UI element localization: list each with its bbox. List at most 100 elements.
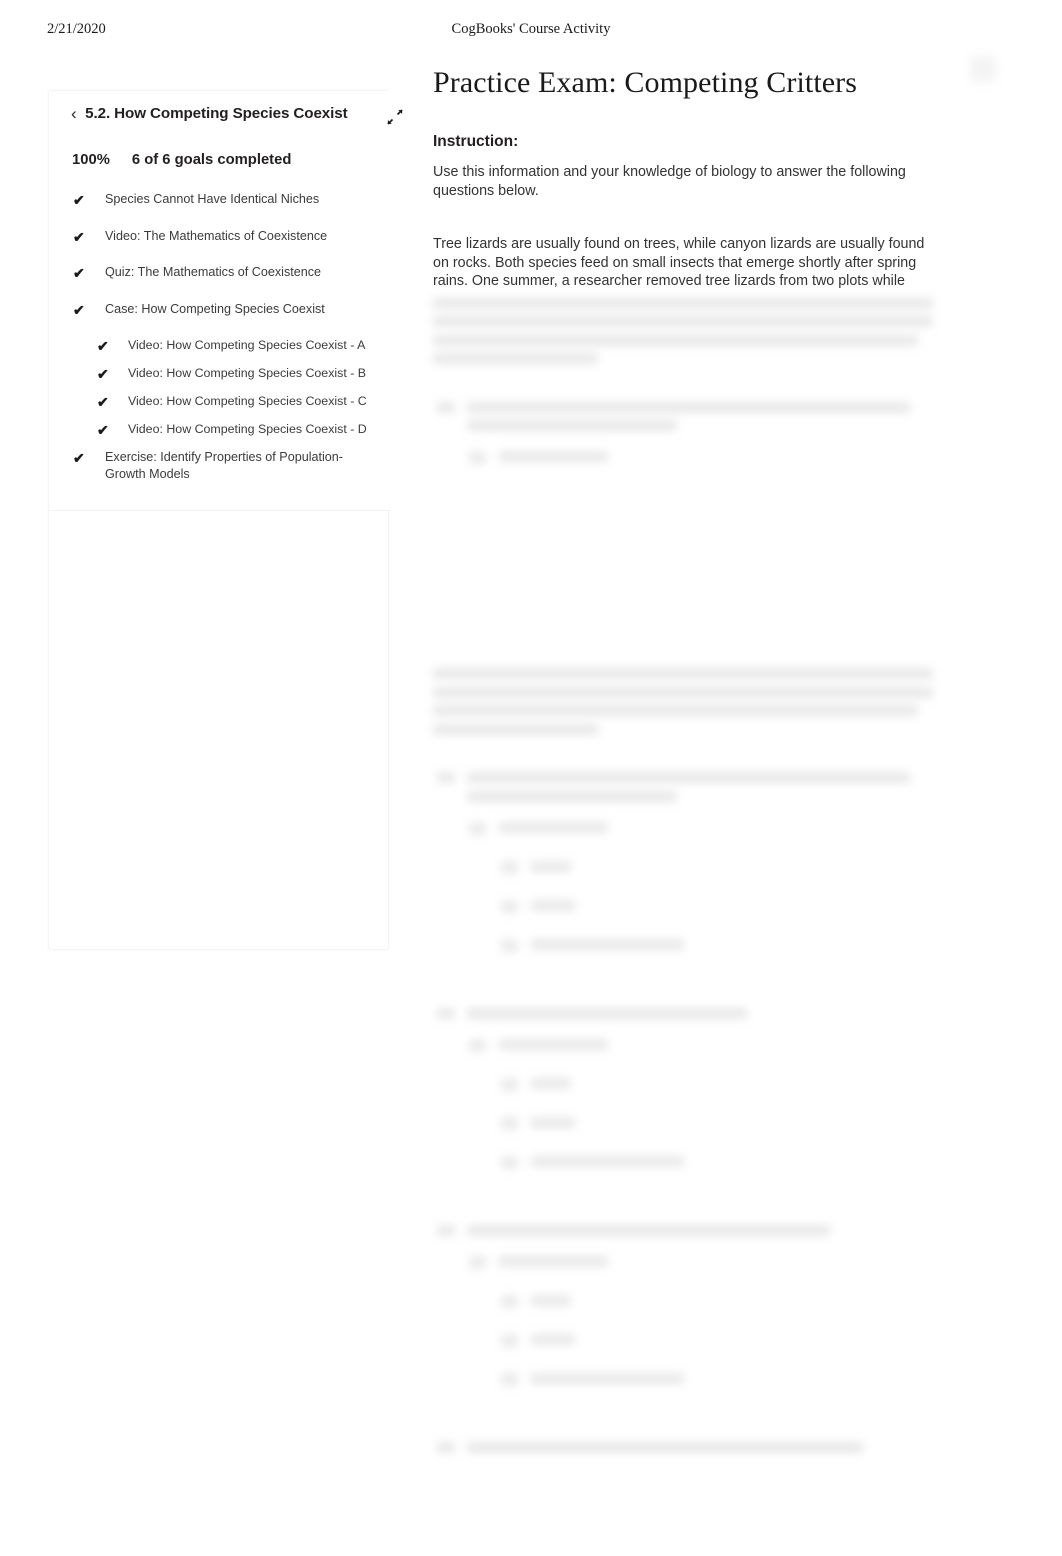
answer-option[interactable] <box>467 451 933 490</box>
answer-option[interactable] <box>467 860 933 900</box>
exam-content: Practice Exam: Competing Critters Instru… <box>433 64 933 1460</box>
goal-label: Quiz: The Mathematics of Coexistence <box>105 265 322 279</box>
instruction-body: Use this information and your knowledge … <box>433 164 906 199</box>
redacted-line <box>433 316 933 328</box>
answer-option[interactable] <box>467 1294 933 1334</box>
option-marker-icon[interactable] <box>501 1372 518 1386</box>
option-label <box>531 1155 684 1167</box>
redacted-line <box>467 1441 864 1453</box>
goal-item-video-coexist-c[interactable]: ✔ Video: How Competing Species Coexist -… <box>49 393 390 421</box>
goal-item-case-coexist[interactable]: ✔ Case: How Competing Species Coexist <box>49 301 390 338</box>
goal-item-video-coexist-b[interactable]: ✔ Video: How Competing Species Coexist -… <box>49 365 390 393</box>
option-marker-icon[interactable] <box>501 860 518 874</box>
progress-goals-label: 6 of 6 goals completed <box>131 152 292 168</box>
option-label <box>531 1116 576 1128</box>
goal-label: Video: How Competing Species Coexist - A <box>128 338 366 352</box>
question-stem <box>433 401 933 432</box>
check-icon: ✔ <box>73 228 85 245</box>
back-chevron-icon[interactable]: ‹ <box>71 105 77 122</box>
redacted-line <box>467 790 677 802</box>
option-label <box>499 1038 608 1050</box>
option-marker-icon[interactable] <box>501 1116 518 1130</box>
check-icon: ✔ <box>73 450 85 466</box>
answer-option[interactable] <box>467 1116 933 1156</box>
progress-percent: 100% <box>72 152 110 168</box>
goal-label: Video: How Competing Species Coexist - C <box>128 394 367 408</box>
collapse-diagonal-arrows-icon[interactable] <box>386 108 404 126</box>
answer-options <box>433 451 933 490</box>
redacted-line <box>433 705 918 717</box>
question-block <box>433 401 933 491</box>
check-icon: ✔ <box>73 301 85 318</box>
answer-option[interactable] <box>467 1155 933 1195</box>
redacted-line <box>467 1224 831 1236</box>
passage-text: Tree lizards are usually found on trees,… <box>433 236 925 290</box>
redacted-line <box>467 401 910 413</box>
question-block <box>433 1007 933 1195</box>
answer-option[interactable] <box>467 1038 933 1078</box>
answer-option[interactable] <box>467 1255 933 1295</box>
corner-badge-icon <box>970 56 996 82</box>
option-label <box>531 1077 572 1089</box>
sidebar-content-panel: ‹ 5.2. How Competing Species Coexist 100… <box>49 91 403 511</box>
question-stem <box>433 772 933 802</box>
redacted-line <box>433 297 933 309</box>
goal-item-species-niches[interactable]: ✔ Species Cannot Have Identical Niches <box>49 191 390 228</box>
redacted-line <box>433 668 933 680</box>
redacted-line <box>467 1007 747 1019</box>
goal-label: Exercise: Identify Properties of Populat… <box>105 450 344 481</box>
answer-option[interactable] <box>467 821 933 861</box>
option-marker-icon[interactable] <box>469 1038 486 1052</box>
progress-summary: 100% 6 of 6 goals completed <box>72 152 291 168</box>
option-label <box>499 821 608 833</box>
print-header: 2/21/2020 CogBooks' Course Activity <box>0 21 1062 43</box>
passage-redacted-block <box>433 297 933 365</box>
option-marker-icon[interactable] <box>469 451 486 465</box>
redacted-line <box>433 686 933 698</box>
option-label <box>531 938 684 950</box>
check-icon: ✔ <box>73 192 85 208</box>
check-icon: ✔ <box>73 265 85 281</box>
goal-item-video-coexist-d[interactable]: ✔ Video: How Competing Species Coexist -… <box>49 421 390 449</box>
option-marker-icon[interactable] <box>501 938 518 952</box>
unit-progress-sidebar: ‹ 5.2. How Competing Species Coexist 100… <box>48 90 403 950</box>
goal-label: Video: How Competing Species Coexist - B <box>128 366 367 380</box>
goal-item-quiz-mathematics[interactable]: ✔ Quiz: The Mathematics of Coexistence <box>49 264 390 301</box>
answer-option[interactable] <box>467 899 933 939</box>
option-marker-icon[interactable] <box>501 899 518 913</box>
option-label <box>531 1333 576 1345</box>
option-marker-icon[interactable] <box>469 821 486 835</box>
redacted-line <box>433 334 918 346</box>
option-marker-icon[interactable] <box>469 1255 486 1269</box>
goal-label: Case: How Competing Species Coexist <box>105 301 325 316</box>
option-label <box>531 899 576 911</box>
option-label <box>499 451 608 463</box>
page-title: Practice Exam: Competing Critters <box>433 66 858 99</box>
goal-item-exercise-population-growth[interactable]: ✔ Exercise: Identify Properties of Popul… <box>49 449 390 497</box>
check-icon: ✔ <box>97 422 109 438</box>
question-block <box>433 772 933 978</box>
question-stem <box>433 1441 933 1453</box>
question-block <box>433 1441 933 1453</box>
option-marker-icon[interactable] <box>501 1077 518 1091</box>
goal-item-video-coexist-a[interactable]: ✔ Video: How Competing Species Coexist -… <box>49 337 390 365</box>
question-block <box>433 1224 933 1412</box>
instruction-heading: Instruction: <box>433 133 519 150</box>
redacted-line <box>467 420 677 432</box>
option-label <box>531 860 572 872</box>
option-marker-icon[interactable] <box>501 1294 518 1308</box>
goal-item-video-mathematics[interactable]: ✔ Video: The Mathematics of Coexistence <box>49 228 390 265</box>
option-marker-icon[interactable] <box>501 1333 518 1347</box>
answer-option[interactable] <box>467 938 933 978</box>
option-marker-icon[interactable] <box>501 1155 518 1169</box>
answer-options <box>433 1038 933 1195</box>
answer-option[interactable] <box>467 1333 933 1373</box>
answer-option[interactable] <box>467 1372 933 1412</box>
sidebar-header: ‹ 5.2. How Competing Species Coexist <box>71 105 403 129</box>
answer-options <box>433 1255 933 1412</box>
option-label <box>531 1294 572 1306</box>
answer-option[interactable] <box>467 1077 933 1117</box>
